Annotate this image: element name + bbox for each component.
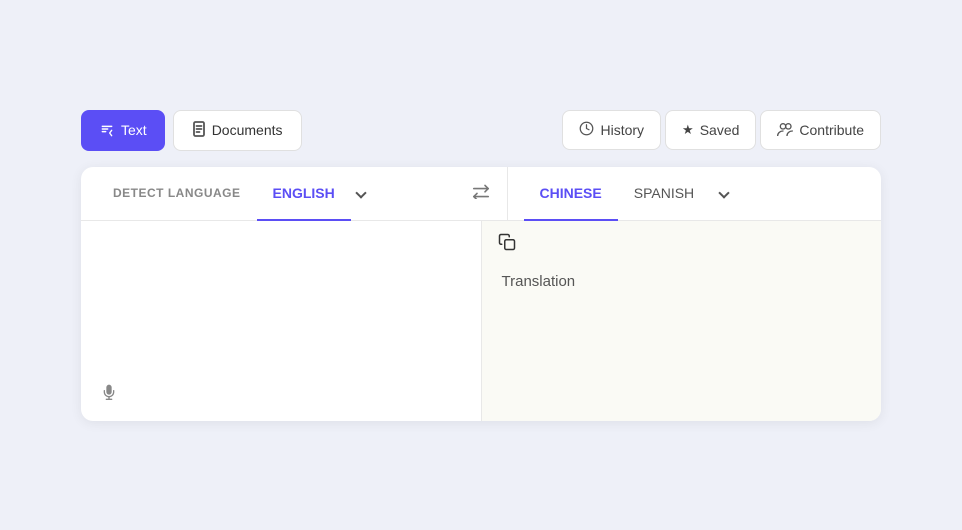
history-label: History <box>600 122 644 138</box>
chevron-down-icon <box>355 187 366 198</box>
saved-label: Saved <box>700 122 740 138</box>
main-card: DETECT LANGUAGE ENGLISH CHINESE <box>81 167 881 421</box>
nav-left: Text Documents <box>81 110 302 151</box>
microphone-button[interactable] <box>101 384 117 405</box>
translation-area: Translation <box>81 221 881 421</box>
spanish-language-option[interactable]: SPANISH <box>618 167 710 219</box>
saved-button[interactable]: ★ Saved <box>665 110 756 150</box>
lang-right: CHINESE SPANISH <box>507 167 882 220</box>
output-panel: Translation <box>482 221 882 421</box>
source-text-input[interactable] <box>101 237 461 397</box>
language-dropdown-left[interactable] <box>351 185 369 201</box>
contribute-icon <box>777 122 793 139</box>
input-panel <box>81 221 482 421</box>
documents-tab-button[interactable]: Documents <box>173 110 302 151</box>
document-icon <box>192 121 206 140</box>
copy-button[interactable] <box>498 233 516 256</box>
english-language-option[interactable]: ENGLISH <box>257 167 351 221</box>
translation-output: Translation <box>502 273 862 290</box>
history-button[interactable]: History <box>562 110 661 150</box>
contribute-button[interactable]: Contribute <box>760 110 881 150</box>
app-container: Text Documents <box>81 110 881 421</box>
nav-right: History ★ Saved Contribute <box>562 110 881 150</box>
language-bar: DETECT LANGUAGE ENGLISH CHINESE <box>81 167 881 221</box>
chinese-language-option[interactable]: CHINESE <box>524 167 618 221</box>
text-tab-label: Text <box>121 122 147 138</box>
translate-icon <box>99 121 115 140</box>
detect-language-button[interactable]: DETECT LANGUAGE <box>97 168 257 218</box>
contribute-label: Contribute <box>799 122 864 138</box>
documents-tab-label: Documents <box>212 122 283 138</box>
history-icon <box>579 121 594 139</box>
chevron-down-icon <box>719 187 730 198</box>
swap-languages-button[interactable] <box>455 167 507 220</box>
swap-icon <box>471 183 491 204</box>
star-icon: ★ <box>682 122 694 138</box>
text-tab-button[interactable]: Text <box>81 110 165 151</box>
top-nav: Text Documents <box>81 110 881 167</box>
lang-left: DETECT LANGUAGE ENGLISH <box>81 167 455 220</box>
language-dropdown-right[interactable] <box>714 185 732 201</box>
